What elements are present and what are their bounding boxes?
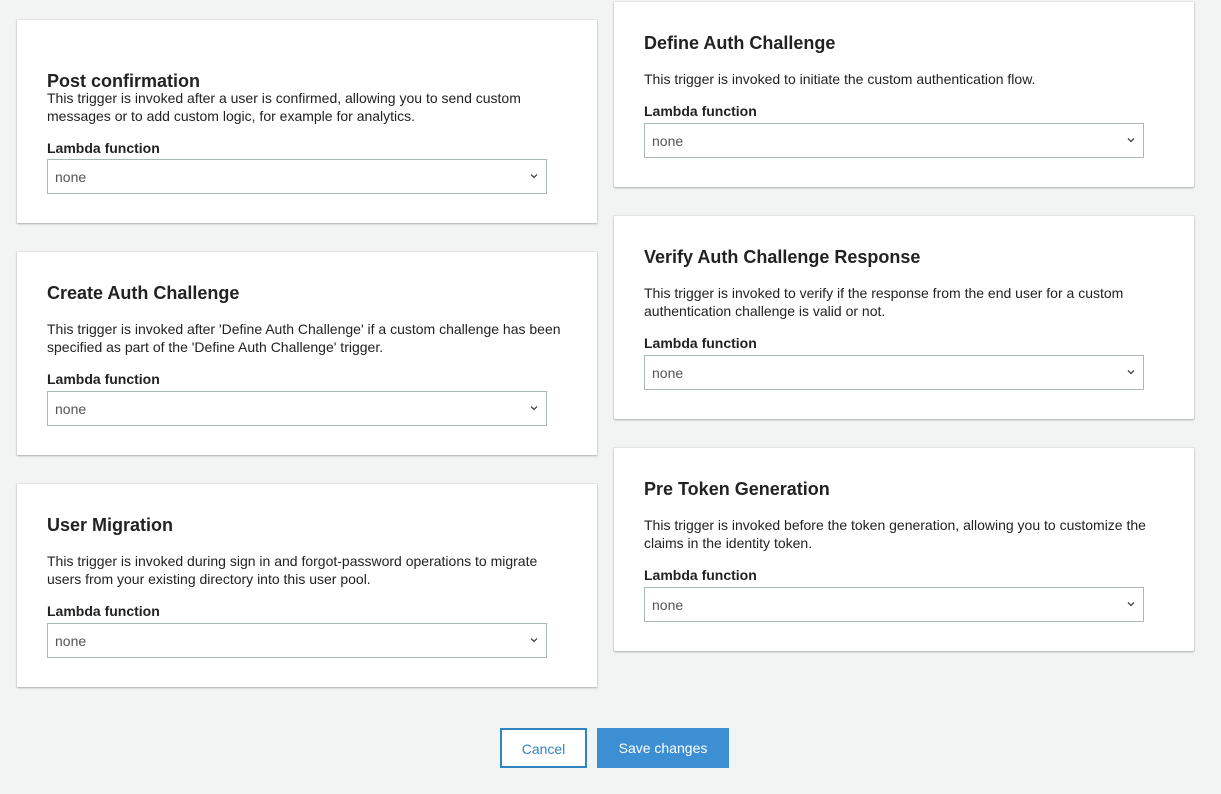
card-description: This trigger is invoked to initiate the …: [644, 71, 1036, 87]
trigger-card-create-auth-challenge: Create Auth Challenge This trigger is in…: [17, 252, 597, 455]
card-title: Verify Auth Challenge Response: [644, 247, 921, 267]
card-title: User Migration: [47, 515, 174, 535]
trigger-card-post-confirmation: Post confirmation This trigger is invoke…: [17, 20, 597, 223]
card-title: Create Auth Challenge: [47, 283, 240, 303]
lambda-function-select[interactable]: none: [644, 355, 1144, 390]
card-title: Define Auth Challenge: [644, 33, 836, 53]
chevron-down-icon: [530, 406, 538, 411]
chevron-down-icon: [1127, 370, 1135, 375]
lambda-function-label: Lambda function: [47, 140, 160, 156]
select-value: none: [55, 169, 87, 185]
lambda-function-label: Lambda function: [644, 103, 757, 119]
lambda-function-select[interactable]: none: [47, 623, 547, 658]
chevron-down-icon: [1127, 602, 1135, 607]
trigger-card-define-auth-challenge: Define Auth Challenge This trigger is in…: [614, 2, 1194, 187]
save-changes-button[interactable]: Save changes: [597, 728, 729, 768]
trigger-card-verify-auth-challenge-response: Verify Auth Challenge Response This trig…: [614, 216, 1194, 419]
card-title: Pre Token Generation: [644, 479, 830, 499]
trigger-card-pre-token-generation: Pre Token Generation This trigger is inv…: [614, 448, 1194, 651]
card-description: This trigger is invoked to verify if the…: [644, 285, 1124, 319]
lambda-function-label: Lambda function: [47, 371, 160, 387]
lambda-function-select[interactable]: none: [47, 391, 547, 426]
select-value: none: [652, 133, 684, 149]
cancel-button[interactable]: Cancel: [500, 728, 587, 768]
card-description: This trigger is invoked during sign in a…: [47, 553, 538, 587]
card-description: This trigger is invoked after 'Define Au…: [47, 321, 561, 355]
lambda-function-label: Lambda function: [47, 603, 160, 619]
trigger-card-user-migration: User Migration This trigger is invoked d…: [17, 484, 597, 687]
lambda-function-select[interactable]: none: [47, 159, 547, 194]
select-value: none: [652, 365, 684, 381]
card-description: This trigger is invoked after a user is …: [47, 90, 521, 124]
select-value: none: [55, 401, 87, 417]
lambda-function-select[interactable]: none: [644, 123, 1144, 158]
card-description: This trigger is invoked before the token…: [644, 517, 1146, 551]
select-value: none: [55, 633, 87, 649]
chevron-down-icon: [1127, 138, 1135, 143]
lambda-function-label: Lambda function: [644, 335, 757, 351]
chevron-down-icon: [530, 638, 538, 643]
chevron-down-icon: [530, 174, 538, 179]
lambda-function-select[interactable]: none: [644, 587, 1144, 622]
lambda-function-label: Lambda function: [644, 567, 757, 583]
select-value: none: [652, 597, 684, 613]
